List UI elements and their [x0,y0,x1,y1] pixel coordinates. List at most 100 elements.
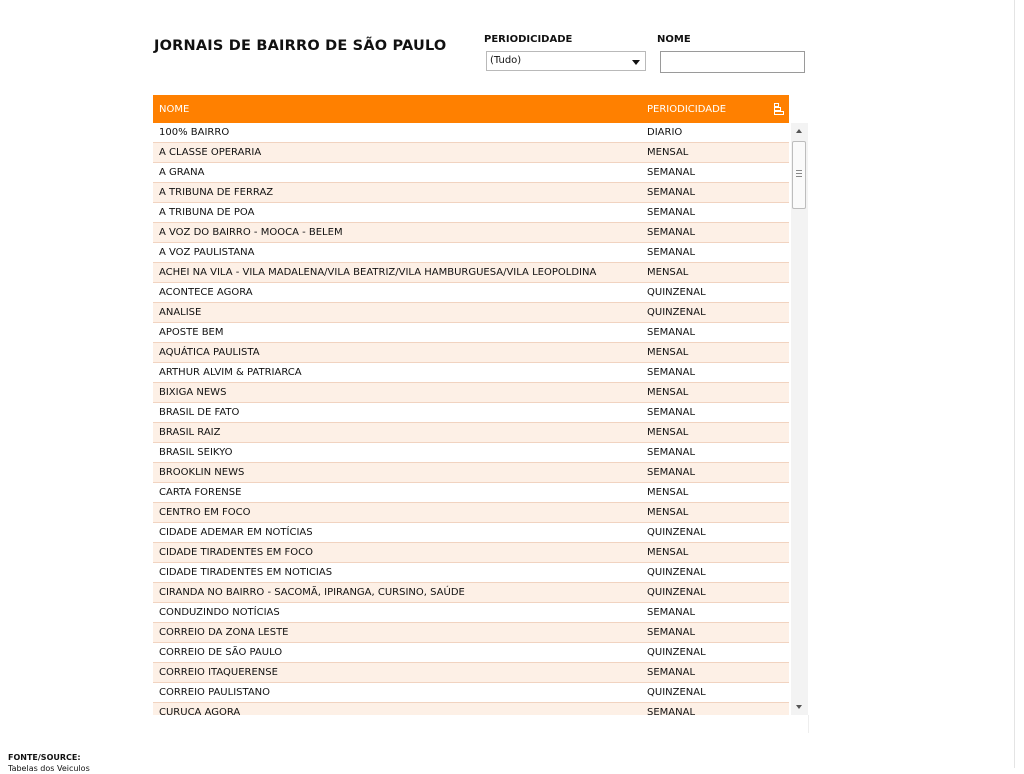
periodicidade-select[interactable]: (Tudo) [486,51,646,71]
table-row[interactable]: ARTHUR ALVIM & PATRIARCA SEMANAL [153,363,789,383]
cell-periodicidade: SEMANAL [647,607,696,618]
cell-periodicidade: MENSAL [647,487,689,498]
nome-input[interactable] [660,51,805,73]
sort-icon[interactable] [774,103,784,115]
cell-periodicidade: SEMANAL [647,667,696,678]
table-scrollbar[interactable] [791,123,808,715]
grip-line [796,170,802,171]
table-row[interactable]: APOSTE BEM SEMANAL [153,323,789,343]
table-row[interactable]: AQUÁTICA PAULISTA MENSAL [153,343,789,363]
cell-nome: A CLASSE OPERARIA [159,147,262,158]
table-row[interactable]: A TRIBUNA DE FERRAZ SEMANAL [153,183,789,203]
cell-nome: CORREIO DE SÃO PAULO [159,647,283,658]
table-row[interactable]: ACHEI NA VILA - VILA MADALENA/VILA BEATR… [153,263,789,283]
source-note: FONTE/SOURCE: Tabelas dos Veiculos [8,752,90,774]
cell-nome: BIXIGA NEWS [159,387,227,398]
column-header-nome[interactable]: NOME [159,104,189,115]
grip-line [796,176,802,177]
table-row[interactable]: A TRIBUNA DE POA SEMANAL [153,203,789,223]
table-row[interactable]: ANALISE QUINZENAL [153,303,789,323]
source-label: FONTE/SOURCE: [8,753,81,762]
cell-nome: CENTRO EM FOCO [159,507,251,518]
cell-periodicidade: SEMANAL [647,447,696,458]
table-row[interactable]: CORREIO DA ZONA LESTE SEMANAL [153,623,789,643]
table-row[interactable]: BIXIGA NEWS MENSAL [153,383,789,403]
scroll-up-arrow-icon[interactable] [796,129,802,133]
table-row[interactable]: CIDADE ADEMAR EM NOTÍCIAS QUINZENAL [153,523,789,543]
table-row[interactable]: A GRANA SEMANAL [153,163,789,183]
cell-periodicidade: QUINZENAL [647,647,706,658]
scrollbar-edge [808,715,809,733]
table-row[interactable]: BROOKLIN NEWS SEMANAL [153,463,789,483]
table-row[interactable]: CORREIO ITAQUERENSE SEMANAL [153,663,789,683]
page-divider [1014,0,1015,768]
cell-periodicidade: SEMANAL [647,187,696,198]
cell-nome: CONDUZINDO NOTÍCIAS [159,607,280,618]
cell-nome: CIDADE TIRADENTES EM FOCO [159,547,313,558]
chevron-down-icon[interactable] [632,60,640,65]
table-row[interactable]: A VOZ DO BAIRRO - MOOCA - BELEM SEMANAL [153,223,789,243]
cell-periodicidade: MENSAL [647,427,689,438]
table-row[interactable]: CONDUZINDO NOTÍCIAS SEMANAL [153,603,789,623]
cell-periodicidade: MENSAL [647,147,689,158]
cell-periodicidade: QUINZENAL [647,287,706,298]
cell-nome: A VOZ PAULISTANA [159,247,255,258]
cell-nome: BRASIL DE FATO [159,407,240,418]
periodicidade-filter-label: PERIODICIDADE [484,34,573,45]
cell-nome: CURUCA AGORA [159,707,241,715]
table-row[interactable]: ACONTECE AGORA QUINZENAL [153,283,789,303]
cell-periodicidade: MENSAL [647,507,689,518]
grip-line [796,173,802,174]
table-row[interactable]: CIDADE TIRADENTES EM FOCO MENSAL [153,543,789,563]
periodicidade-select-value: (Tudo) [490,55,522,66]
nome-filter-label: NOME [657,34,691,45]
page-title: JORNAIS DE BAIRRO DE SÃO PAULO [154,38,447,54]
cell-nome: ARTHUR ALVIM & PATRIARCA [159,367,302,378]
table-row[interactable]: BRASIL DE FATO SEMANAL [153,403,789,423]
cell-nome: A TRIBUNA DE POA [159,207,255,218]
cell-periodicidade: QUINZENAL [647,527,706,538]
cell-periodicidade: MENSAL [647,547,689,558]
cell-periodicidade: DIARIO [647,127,683,138]
cell-periodicidade: MENSAL [647,267,689,278]
cell-nome: CORREIO DA ZONA LESTE [159,627,289,638]
table-row[interactable]: BRASIL RAIZ MENSAL [153,423,789,443]
column-header-periodicidade[interactable]: PERIODICIDADE [647,104,726,115]
cell-periodicidade: QUINZENAL [647,567,706,578]
scrollbar-thumb[interactable] [792,141,806,209]
cell-nome: CORREIO ITAQUERENSE [159,667,278,678]
source-value: Tabelas dos Veiculos [8,764,90,773]
cell-periodicidade: QUINZENAL [647,307,706,318]
cell-nome: 100% BAIRRO [159,127,230,138]
table-row[interactable]: A CLASSE OPERARIA MENSAL [153,143,789,163]
table-row[interactable]: 100% BAIRRO DIARIO [153,123,789,143]
cell-nome: APOSTE BEM [159,327,224,338]
cell-nome: ANALISE [159,307,202,318]
table-header: NOME PERIODICIDADE [153,95,789,123]
scroll-down-arrow-icon[interactable] [796,705,802,709]
cell-nome: ACHEI NA VILA - VILA MADALENA/VILA BEATR… [159,267,597,278]
cell-periodicidade: SEMANAL [647,227,696,238]
table-body: 100% BAIRRO DIARIO A CLASSE OPERARIA MENSAL… [153,123,789,715]
cell-periodicidade: SEMANAL [647,407,696,418]
table-row[interactable]: CENTRO EM FOCO MENSAL [153,503,789,523]
cell-nome: CARTA FORENSE [159,487,242,498]
table-row[interactable]: CIDADE TIRADENTES EM NOTICIAS QUINZENAL [153,563,789,583]
cell-nome: A VOZ DO BAIRRO - MOOCA - BELEM [159,227,343,238]
cell-nome: ACONTECE AGORA [159,287,253,298]
cell-nome: BRASIL RAIZ [159,427,221,438]
table-row[interactable]: CARTA FORENSE MENSAL [153,483,789,503]
table-row[interactable]: CORREIO DE SÃO PAULO QUINZENAL [153,643,789,663]
cell-periodicidade: SEMANAL [647,707,696,715]
table-row[interactable]: CURUCA AGORA SEMANAL [153,703,789,715]
cell-periodicidade: SEMANAL [647,207,696,218]
table-row[interactable]: CIRANDA NO BAIRRO - SACOMÃ, IPIRANGA, CU… [153,583,789,603]
cell-periodicidade: QUINZENAL [647,587,706,598]
cell-nome: CIRANDA NO BAIRRO - SACOMÃ, IPIRANGA, CU… [159,587,465,598]
table-row[interactable]: BRASIL SEIKYO SEMANAL [153,443,789,463]
cell-nome: CIDADE TIRADENTES EM NOTICIAS [159,567,333,578]
table-row[interactable]: CORREIO PAULISTANO QUINZENAL [153,683,789,703]
cell-periodicidade: QUINZENAL [647,687,706,698]
cell-periodicidade: SEMANAL [647,167,696,178]
table-row[interactable]: A VOZ PAULISTANA SEMANAL [153,243,789,263]
